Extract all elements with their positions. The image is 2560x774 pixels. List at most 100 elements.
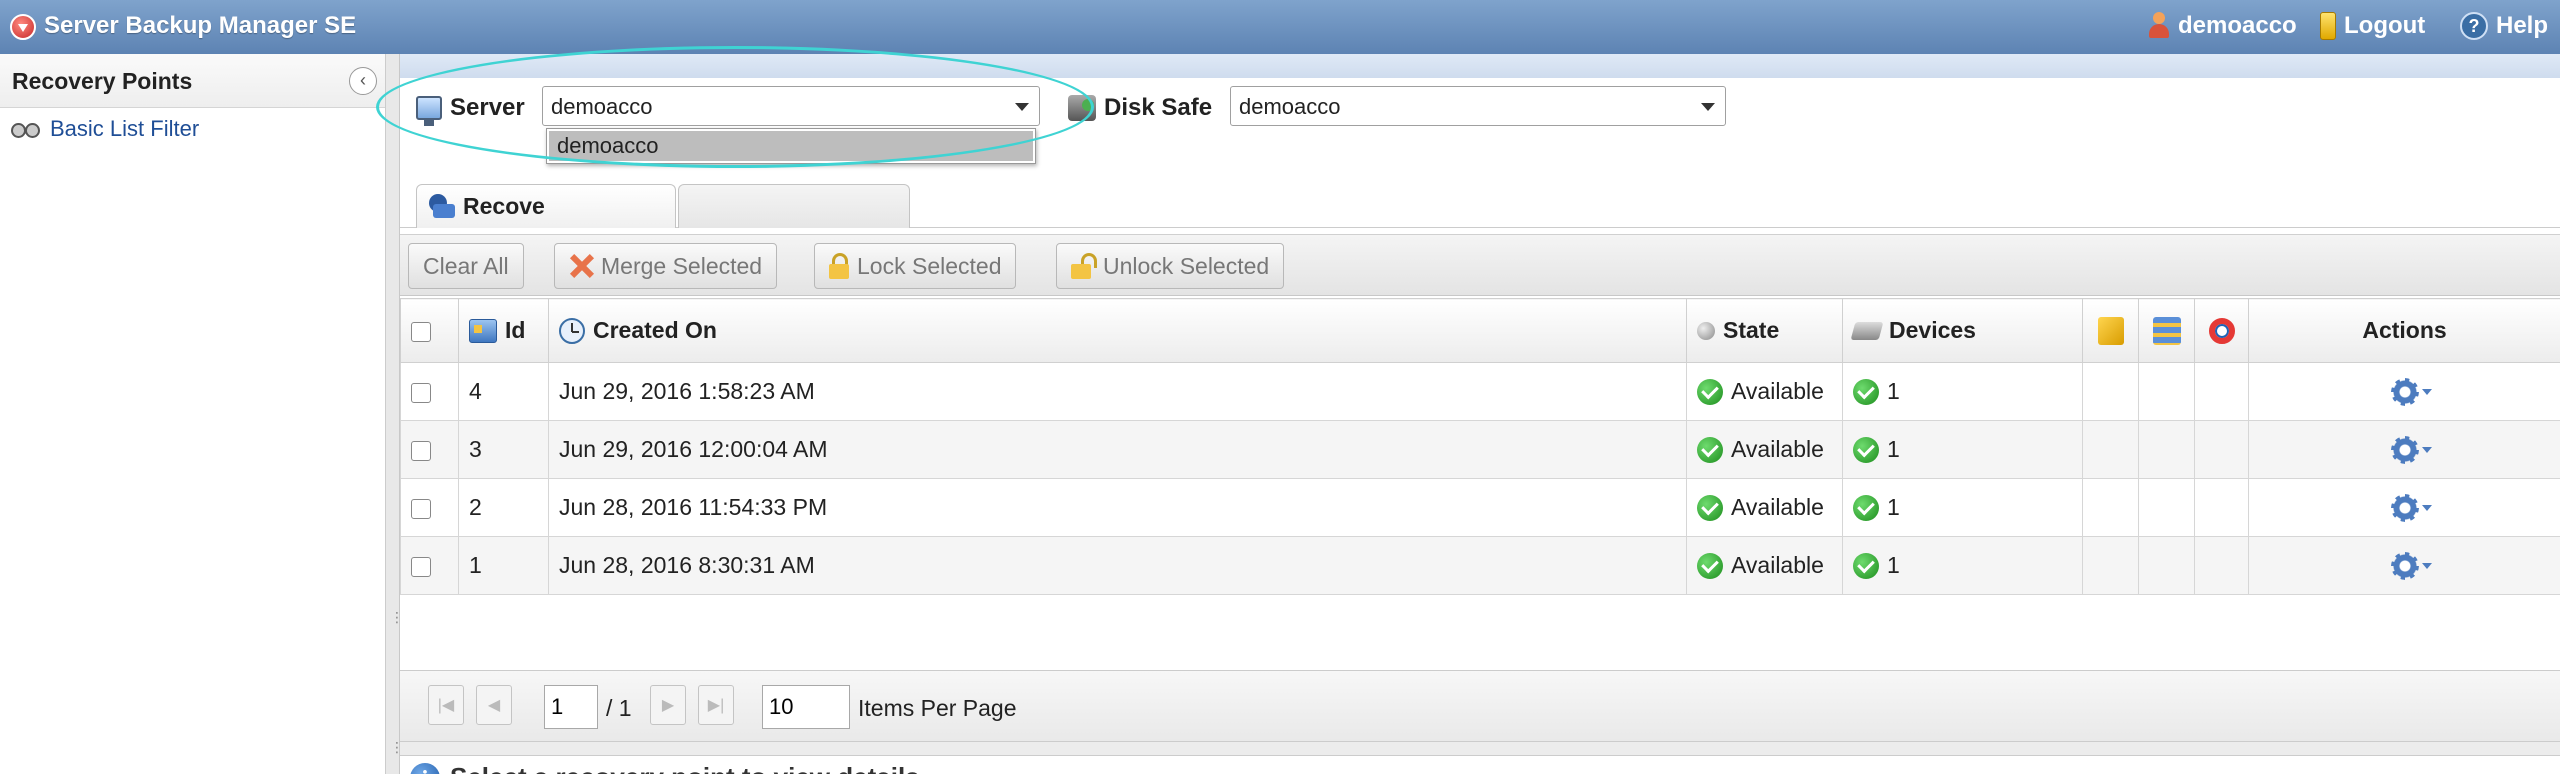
tab-row: Recove: [400, 182, 2560, 228]
lock-icon: [829, 253, 849, 279]
database-stack-icon: [2152, 316, 2181, 345]
panel-splitter[interactable]: ⋮ ⋮: [386, 54, 404, 774]
row-state: Available: [1731, 552, 1824, 578]
row-state: Available: [1731, 436, 1824, 462]
row-archive-cell: [2082, 362, 2139, 421]
merge-selected-label: Merge Selected: [601, 252, 763, 279]
row-archive-cell: [2082, 536, 2139, 595]
app-title: Server Backup Manager SE: [44, 12, 357, 39]
unlock-icon: [1071, 253, 1097, 279]
page-number-input[interactable]: [544, 685, 598, 729]
row-database-cell: [2138, 536, 2195, 595]
merge-selected-button[interactable]: Merge Selected: [554, 243, 778, 289]
first-page-button[interactable]: |◀: [428, 685, 464, 725]
row-database-cell: [2138, 478, 2195, 537]
items-per-page-label: Items Per Page: [858, 695, 1017, 721]
gear-icon[interactable]: [2390, 551, 2432, 581]
server-icon: [416, 96, 442, 126]
row-devices: 1: [1887, 378, 1900, 404]
gear-icon[interactable]: [2390, 435, 2432, 465]
disk-safe-select[interactable]: demoacco: [1230, 86, 1726, 126]
user-menu[interactable]: demoacco: [2148, 12, 2297, 40]
basic-list-filter-link[interactable]: Basic List Filter: [10, 116, 199, 142]
created-on-header-label: Created On: [593, 317, 717, 343]
id-header-label: Id: [505, 317, 526, 343]
unlock-selected-button[interactable]: Unlock Selected: [1056, 243, 1285, 289]
row-checkbox[interactable]: [411, 556, 431, 577]
row-id: 3: [458, 420, 549, 479]
clock-icon: [559, 317, 585, 344]
row-archive-cell: [2082, 478, 2139, 537]
user-name: demoacco: [2178, 12, 2297, 39]
created-on-header[interactable]: Created On: [548, 298, 1687, 363]
recovery-points-icon: [427, 193, 455, 220]
disk-safe-label: Disk Safe: [1104, 94, 1213, 121]
table-row[interactable]: 1 Jun 28, 2016 8:30:31 AM Available 1: [400, 536, 2560, 595]
clear-all-button[interactable]: Clear All: [408, 243, 524, 289]
help-link[interactable]: ? Help: [2460, 12, 2548, 40]
toolbar: Clear All Merge Selected Lock Selected U…: [400, 234, 2560, 296]
database-header: [2138, 298, 2195, 363]
row-control-panel-cell: [2194, 420, 2249, 479]
archive-header: [2082, 298, 2139, 363]
table-row[interactable]: 2 Jun 28, 2016 11:54:33 PM Available 1: [400, 478, 2560, 537]
archive-box-icon: [2097, 316, 2124, 345]
check-icon: [1853, 436, 1879, 463]
row-checkbox[interactable]: [411, 498, 431, 519]
row-created-on: Jun 29, 2016 1:58:23 AM: [548, 362, 1687, 421]
check-icon: [1697, 436, 1723, 463]
detail-splitter[interactable]: [400, 742, 2560, 756]
tab-recovery-points[interactable]: Recove: [416, 184, 676, 228]
tab-secondary[interactable]: [678, 184, 910, 228]
row-checkbox[interactable]: [411, 382, 431, 403]
row-control-panel-cell: [2194, 478, 2249, 537]
logout-icon: [2320, 12, 2336, 40]
lifebuoy-icon: [2208, 317, 2235, 344]
server-label: Server: [450, 94, 525, 121]
left-panel-title: Recovery Points: [12, 68, 193, 94]
row-checkbox[interactable]: [411, 440, 431, 461]
gear-icon[interactable]: [2390, 493, 2432, 523]
state-header[interactable]: State: [1686, 298, 1843, 363]
server-dropdown-option[interactable]: demoacco: [549, 131, 1033, 161]
check-icon: [1853, 494, 1879, 521]
lock-selected-button[interactable]: Lock Selected: [814, 243, 1017, 289]
detail-message-text: Select a recovery point to view details: [450, 762, 920, 774]
row-state: Available: [1731, 378, 1824, 404]
page-total: / 1: [606, 695, 632, 721]
help-icon: ?: [2460, 12, 2488, 40]
left-panel-header: Recovery Points ‹: [0, 54, 385, 108]
lock-selected-label: Lock Selected: [857, 252, 1002, 279]
gear-icon[interactable]: [2390, 377, 2432, 407]
help-label: Help: [2496, 12, 2549, 39]
check-icon: [1853, 378, 1879, 405]
state-header-label: State: [1723, 317, 1780, 343]
table-row[interactable]: 3 Jun 29, 2016 12:00:04 AM Available 1: [400, 420, 2560, 479]
devices-header[interactable]: Devices: [1842, 298, 2083, 363]
row-devices: 1: [1887, 494, 1900, 520]
row-created-on: Jun 28, 2016 8:30:31 AM: [548, 536, 1687, 595]
row-database-cell: [2138, 362, 2195, 421]
recovery-points-table: Id Created On State Devices Actions 4 Ju…: [400, 298, 2560, 595]
actions-header-label: Actions: [2362, 317, 2447, 343]
next-page-button[interactable]: ▶: [650, 685, 686, 725]
chevron-down-icon: [1701, 103, 1715, 111]
collapse-panel-button[interactable]: ‹: [349, 67, 377, 95]
merge-icon: [569, 254, 593, 278]
pager: |◀ ◀ / 1 ▶ ▶| Items Per Page: [400, 670, 2560, 742]
disk-safe-icon: [1068, 95, 1096, 121]
logout-link[interactable]: Logout: [2320, 12, 2425, 40]
server-label-group: Server: [416, 94, 525, 126]
prev-page-button[interactable]: ◀: [476, 685, 512, 725]
splitter-grip-bottom: ⋮: [390, 739, 404, 755]
clear-all-label: Clear All: [423, 252, 509, 279]
devices-header-label: Devices: [1889, 317, 1976, 343]
id-header[interactable]: Id: [458, 298, 549, 363]
last-page-button[interactable]: ▶|: [698, 685, 734, 725]
tab-recovery-points-label: Recove: [463, 193, 545, 219]
table-row[interactable]: 4 Jun 29, 2016 1:58:23 AM Available 1: [400, 362, 2560, 421]
server-select[interactable]: demoacco: [542, 86, 1040, 126]
select-all-checkbox[interactable]: [411, 321, 431, 342]
items-per-page-input[interactable]: [762, 685, 850, 729]
header-strip: [400, 54, 2560, 78]
